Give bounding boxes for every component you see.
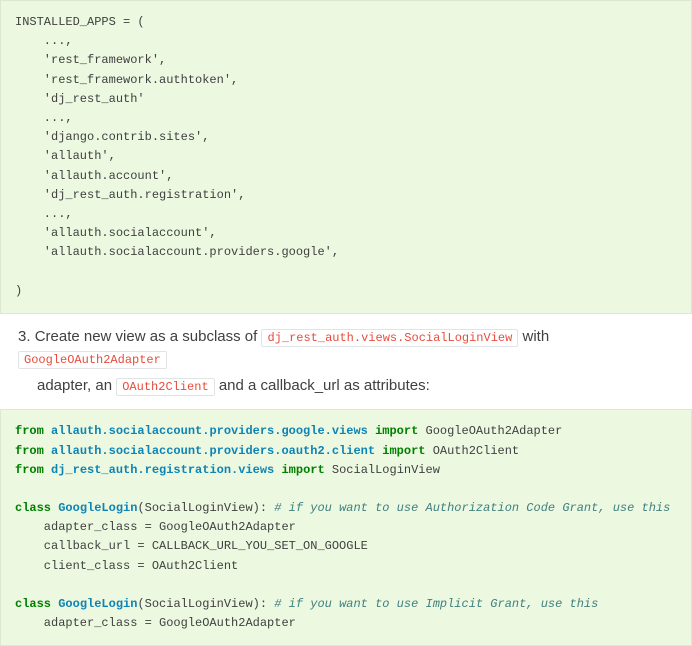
code-line: 'dj_rest_auth' bbox=[15, 92, 145, 106]
class-name: GoogleLogin bbox=[58, 597, 137, 611]
kw-class: class bbox=[15, 501, 51, 515]
import-name: OAuth2Client bbox=[433, 444, 519, 458]
comment: # if you want to use Authorization Code … bbox=[274, 501, 670, 515]
code-line: callback_url = CALLBACK_URL_YOU_SET_ON_G… bbox=[15, 539, 368, 553]
module-name: allauth.socialaccount.providers.oauth2.c… bbox=[51, 444, 375, 458]
code-line: adapter_class = GoogleOAuth2Adapter bbox=[15, 616, 296, 630]
code-line: 'rest_framework.authtoken', bbox=[15, 73, 238, 87]
kw-import: import bbox=[281, 463, 324, 477]
code-line: client_class = OAuth2Client bbox=[15, 559, 238, 573]
step-line2: adapter, an OAuth2Client and a callback_… bbox=[18, 375, 692, 398]
kw-from: from bbox=[15, 463, 44, 477]
code-line: ) bbox=[15, 284, 22, 298]
class-name: GoogleLogin bbox=[58, 501, 137, 515]
installed-apps-code: INSTALLED_APPS = ( ..., 'rest_framework'… bbox=[0, 0, 692, 314]
step-part1: Create new view as a subclass of bbox=[35, 328, 262, 345]
kw-from: from bbox=[15, 444, 44, 458]
kw-from: from bbox=[15, 424, 44, 438]
code-line: 'allauth.socialaccount', bbox=[15, 226, 217, 240]
step-part2: with bbox=[518, 328, 549, 345]
import-name: GoogleOAuth2Adapter bbox=[426, 424, 563, 438]
code-line: adapter_class = GoogleOAuth2Adapter bbox=[15, 520, 296, 534]
kw-import: import bbox=[375, 424, 418, 438]
class-base: (SocialLoginView): bbox=[137, 501, 274, 515]
module-name: dj_rest_auth.registration.views bbox=[51, 463, 274, 477]
step-3-text: 3. Create new view as a subclass of dj_r… bbox=[0, 314, 692, 410]
code-line: INSTALLED_APPS = ( bbox=[15, 15, 145, 29]
code-line: 'dj_rest_auth.registration', bbox=[15, 188, 245, 202]
code-line: 'rest_framework', bbox=[15, 53, 166, 67]
step-part4: and a callback_url as attributes: bbox=[215, 377, 430, 394]
code-line: 'django.contrib.sites', bbox=[15, 130, 209, 144]
code-line: 'allauth.socialaccount.providers.google'… bbox=[15, 245, 339, 259]
inline-code-socialloginview: dj_rest_auth.views.SocialLoginView bbox=[261, 329, 518, 347]
kw-import: import bbox=[382, 444, 425, 458]
code-line: ..., bbox=[15, 111, 73, 125]
code-line: 'allauth', bbox=[15, 149, 116, 163]
module-name: allauth.socialaccount.providers.google.v… bbox=[51, 424, 368, 438]
code-line: ..., bbox=[15, 207, 73, 221]
import-name: SocialLoginView bbox=[332, 463, 440, 477]
inline-code-oauth2client: OAuth2Client bbox=[116, 378, 214, 396]
code-line: ..., bbox=[15, 34, 73, 48]
view-class-code: from allauth.socialaccount.providers.goo… bbox=[0, 409, 692, 646]
step-part3: adapter, an bbox=[37, 377, 116, 394]
inline-code-googleoauth2adapter: GoogleOAuth2Adapter bbox=[18, 351, 167, 369]
code-line: 'allauth.account', bbox=[15, 169, 173, 183]
class-base: (SocialLoginView): bbox=[137, 597, 274, 611]
kw-class: class bbox=[15, 597, 51, 611]
comment: # if you want to use Implicit Grant, use… bbox=[274, 597, 598, 611]
step-number: 3. bbox=[18, 328, 31, 345]
